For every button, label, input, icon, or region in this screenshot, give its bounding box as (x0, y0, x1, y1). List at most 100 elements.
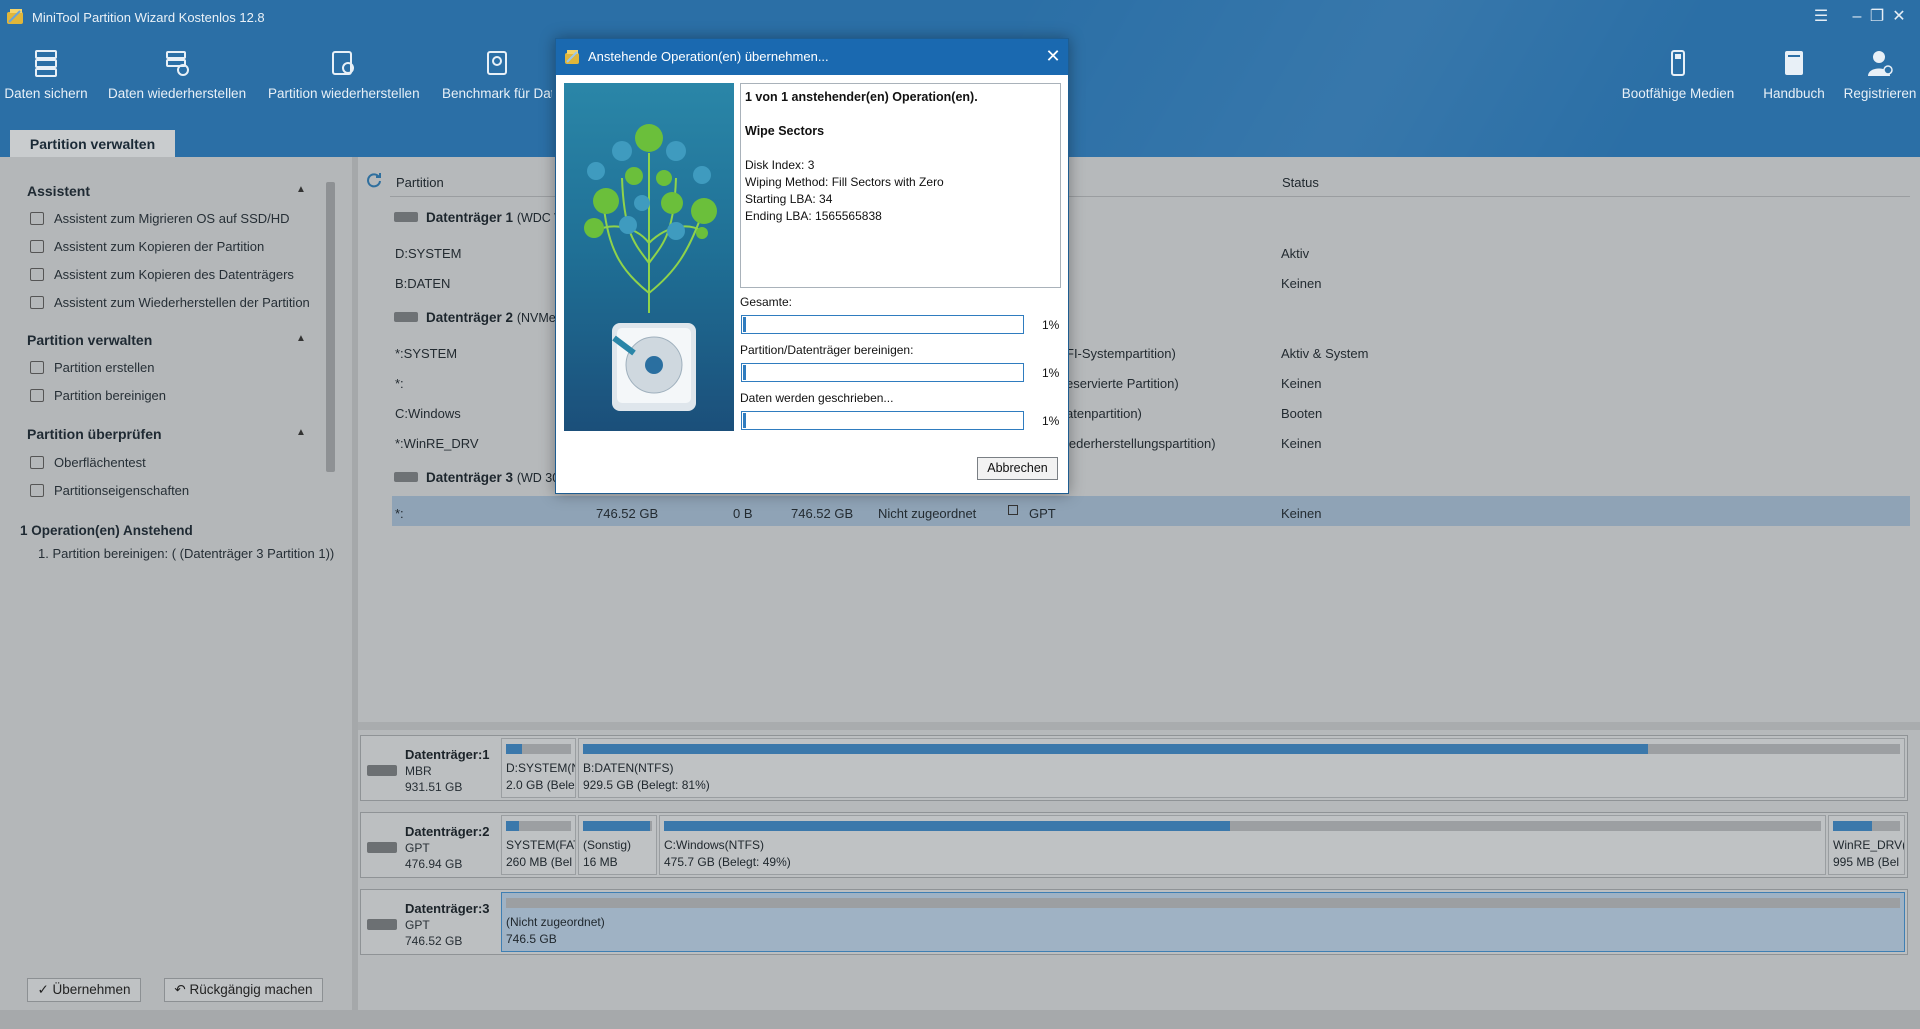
hard-disk-icon (367, 842, 397, 853)
toolbar-backup-button[interactable]: Daten sichern (4, 48, 88, 101)
sidebar-item-label: Oberflächentest (54, 455, 146, 470)
diskmap-row-2[interactable]: Datenträger:2 GPT 476.94 GB SYSTEM(FAT 2… (360, 812, 1908, 878)
sidebar-item-copy-disk[interactable]: Assistent zum Kopieren des Datenträgers (30, 267, 294, 282)
sidebar-item-copy-partition[interactable]: Assistent zum Kopieren der Partition (30, 239, 264, 254)
diskmap-disk-header[interactable]: Datenträger:2 GPT 476.94 GB (361, 813, 497, 877)
progress-fill (743, 413, 746, 428)
minimize-icon[interactable]: – (1846, 6, 1868, 28)
usage-bar (506, 898, 1900, 908)
sidebar-item-label: Partition bereinigen (54, 388, 167, 403)
diskmap-disk-name: Datenträger:1 (405, 747, 490, 762)
disk-label: Datenträger 3 (426, 470, 514, 485)
diskmap-disk-type: GPT (405, 841, 430, 855)
dialog-close-icon[interactable]: ✕ (1044, 47, 1062, 65)
progress-percent-wipe: 1% (1042, 366, 1060, 380)
cancel-button[interactable]: Abbrechen (977, 457, 1058, 480)
disk-model: (NVMe (516, 311, 556, 325)
refresh-icon[interactable] (366, 172, 382, 188)
toolbar-manual-button[interactable]: Handbuch (1754, 48, 1834, 101)
diskmap-row-3[interactable]: Datenträger:3 GPT 746.52 GB (Nicht zugeo… (360, 889, 1908, 955)
operation-summary: 1 von 1 anstehender(en) Operation(en). (745, 90, 978, 104)
partition-name[interactable]: D:SYSTEM (395, 246, 461, 261)
sidebar-item-label: Assistent zum Kopieren der Partition (54, 239, 265, 254)
restore-icon[interactable]: ❐ (1866, 6, 1888, 28)
scrollbar-thumb[interactable] (326, 182, 335, 472)
toolbar-register-button[interactable]: Registrieren (1840, 48, 1920, 101)
disk-row-2[interactable]: Datenträger 2 (NVMe (394, 310, 556, 325)
sidebar-item-surface-test[interactable]: Oberflächentest (30, 455, 146, 470)
diskmap-disk-header[interactable]: Datenträger:1 MBR 931.51 GB (361, 736, 497, 800)
hard-disk-icon (367, 765, 397, 776)
usage-bar (664, 821, 1821, 831)
partition-type-info: iederherstellungspartition) (1066, 436, 1216, 451)
toolbar-label: Bootfähige Medien (1621, 86, 1735, 101)
sidebar-item-migrate-os[interactable]: Assistent zum Migrieren OS auf SSD/HD (30, 211, 290, 226)
progress-bar-total (741, 315, 1024, 334)
progress-bar-write (741, 411, 1024, 430)
close-window-icon[interactable]: ✕ (1888, 6, 1910, 28)
diskmap-segment[interactable]: D:SYSTEM(N 2.0 GB (Bele (501, 738, 576, 798)
toolbar-benchmark-button[interactable]: Benchmark für Date (442, 48, 552, 101)
diskmap-segment[interactable]: B:DATEN(NTFS) 929.5 GB (Belegt: 81%) (578, 738, 1905, 798)
pending-operation-item[interactable]: 1. Partition bereinigen: ( (Datenträger … (38, 546, 334, 561)
diskmap-segment[interactable]: C:Windows(NTFS) 475.7 GB (Belegt: 49%) (659, 815, 1826, 875)
partition-type-info: eservierte Partition) (1066, 376, 1179, 391)
diskmap-segment-selected[interactable]: (Nicht zugeordnet) 746.5 GB (501, 892, 1905, 952)
sidebar-scrollbar[interactable] (326, 172, 335, 502)
dialog-title-bar[interactable]: Anstehende Operation(en) übernehmen... ✕ (556, 39, 1068, 75)
sidebar-section-title[interactable]: Partition überprüfen (27, 426, 162, 442)
disk-row-1[interactable]: Datenträger 1 (WDC W (394, 210, 566, 225)
disk-row-3[interactable]: Datenträger 3 (WD 30 (394, 470, 559, 485)
partition-filesystem: Nicht zugeordnet (878, 506, 977, 521)
benchmark-icon (487, 51, 507, 75)
backup-icon (35, 50, 57, 77)
diskmap-disk-size: 476.94 GB (405, 857, 463, 871)
disk-model: (WD 30 (516, 471, 560, 485)
partition-name[interactable]: *:SYSTEM (395, 346, 457, 361)
partition-name[interactable]: *:WinRE_DRV (395, 436, 479, 451)
collapse-caret-icon[interactable]: ▲ (296, 333, 306, 344)
partition-name: *: (395, 506, 404, 521)
collapse-caret-icon[interactable]: ▲ (296, 184, 306, 195)
toolbar-partition-recovery-button[interactable]: Partition wiederherstellen (268, 48, 420, 101)
collapse-caret-icon[interactable]: ▲ (296, 427, 306, 438)
surface-test-icon (30, 456, 44, 469)
hard-disk-icon (367, 919, 397, 930)
copy-disk-icon (30, 268, 44, 281)
sidebar-section-title[interactable]: Assistent (27, 183, 90, 199)
toolbar-label: Benchmark für Date (442, 86, 552, 101)
diskmap-segment[interactable]: WinRE_DRV( 995 MB (Bel (1828, 815, 1905, 875)
status-bar (0, 1010, 1920, 1029)
tab-partition-manage[interactable]: Partition verwalten (10, 130, 175, 158)
diskmap-disk-header[interactable]: Datenträger:3 GPT 746.52 GB (361, 890, 497, 954)
progress-percent-total: 1% (1042, 318, 1060, 332)
usage-fill (506, 744, 522, 754)
segment-label: B:DATEN(NTFS) (583, 761, 674, 775)
toolbar-data-recovery-button[interactable]: Daten wiederherstellen (108, 48, 246, 101)
pending-operations-title: 1 Operation(en) Anstehend (20, 523, 193, 538)
segment-detail: 16 MB (583, 855, 618, 869)
toolbar-bootable-media-button[interactable]: Bootfähige Medien (1618, 48, 1738, 101)
menu-icon[interactable]: ☰ (1810, 6, 1832, 28)
apply-button[interactable]: ✓ Übernehmen (27, 978, 141, 1002)
diskmap-splitter[interactable] (358, 722, 1920, 730)
sidebar-item-wipe-partition[interactable]: Partition bereinigen (30, 388, 166, 403)
operation-name: Wipe Sectors (745, 124, 825, 138)
column-header-status[interactable]: Status (1282, 175, 1319, 190)
partition-name[interactable]: *: (395, 376, 404, 391)
undo-button[interactable]: ↶ Rückgängig machen (164, 978, 323, 1002)
usage-fill (583, 821, 650, 831)
sidebar-item-partition-properties[interactable]: Partitionseigenschaften (30, 483, 189, 498)
diskmap-row-1[interactable]: Datenträger:1 MBR 931.51 GB D:SYSTEM(N 2… (360, 735, 1908, 801)
migrate-icon (30, 212, 44, 225)
partition-name[interactable]: C:Windows (395, 406, 461, 421)
apply-operations-dialog: Anstehende Operation(en) übernehmen... ✕ (555, 38, 1069, 494)
column-header-partition[interactable]: Partition (396, 175, 444, 190)
sidebar-item-restore-partition[interactable]: Assistent zum Wiederherstellen der Parti… (30, 295, 310, 310)
diskmap-segment[interactable]: SYSTEM(FAT 260 MB (Bel (501, 815, 576, 875)
partition-name[interactable]: B:DATEN (395, 276, 450, 291)
diskmap-segment[interactable]: (Sonstig) 16 MB (578, 815, 657, 875)
sidebar-item-create-partition[interactable]: Partition erstellen (30, 360, 154, 375)
sidebar-section-title[interactable]: Partition verwalten (27, 332, 152, 348)
partition-type-checkbox[interactable] (1008, 505, 1018, 515)
